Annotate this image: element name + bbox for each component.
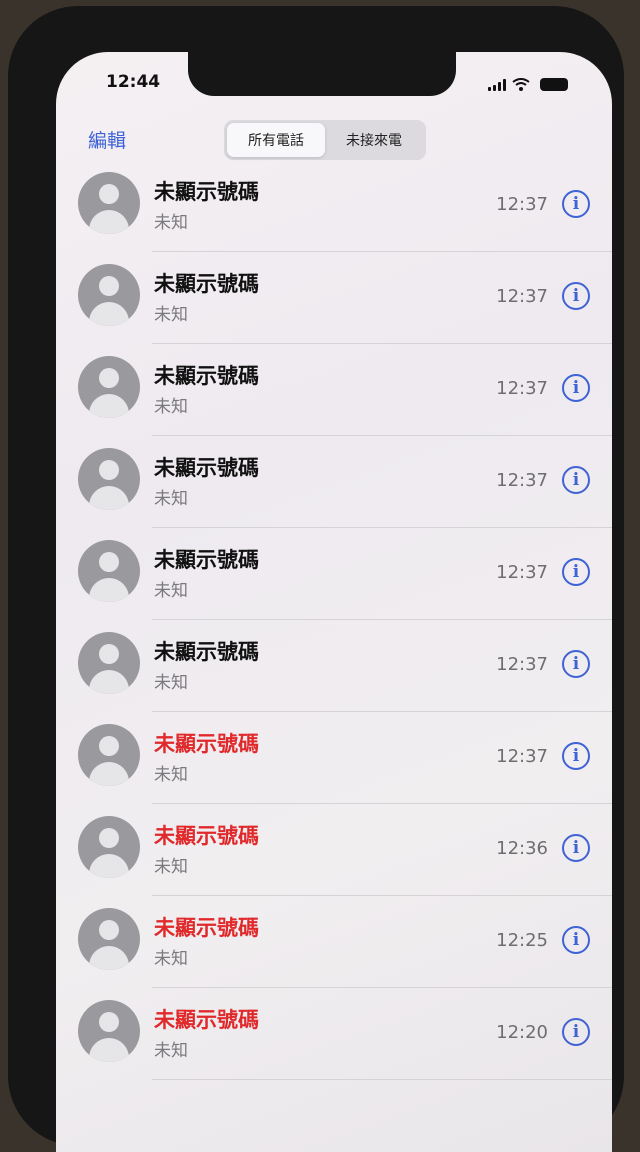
call-row[interactable]: 未顯示號碼未知 12:37 i bbox=[56, 344, 612, 436]
caller-label: 未知 bbox=[154, 673, 188, 693]
person-icon bbox=[78, 448, 140, 510]
tab-missed-calls[interactable]: 未接來電 bbox=[325, 123, 423, 157]
caller-name: 未顯示號碼 bbox=[154, 272, 259, 296]
row-divider bbox=[152, 1079, 612, 1080]
person-icon bbox=[78, 632, 140, 694]
caller-name: 未顯示號碼 bbox=[154, 548, 259, 572]
call-list: 未顯示號碼 未知 12:37 i 未顯示號碼 未知 12:37 i 未顯示號碼 未知 12:37 i 未… bbox=[56, 160, 612, 1080]
status-time: 12:44 bbox=[106, 72, 161, 92]
caller-label: 未知 bbox=[154, 305, 188, 325]
call-time: 12:37 bbox=[496, 654, 548, 675]
caller-label: 未知 bbox=[154, 857, 188, 877]
caller-label: 未知 bbox=[154, 213, 188, 233]
caller-name: 未顯示號碼 bbox=[154, 1008, 259, 1032]
battery-icon bbox=[540, 78, 568, 91]
person-icon bbox=[78, 264, 140, 326]
call-row[interactable]: 未顯示號碼未知 12:37 i bbox=[56, 712, 612, 804]
segmented-control: 所有電話 未接來電 bbox=[224, 120, 426, 160]
phone-frame: 12:44 編輯 所有電話 未接來電 未顯示號碼 未知 12:37 i 未顯示號碼 未知 1… bbox=[8, 6, 624, 1152]
phone-screen: 12:44 編輯 所有電話 未接來電 未顯示號碼 未知 12:37 i 未顯示號碼 未知 1… bbox=[56, 52, 612, 1152]
person-icon bbox=[78, 816, 140, 878]
info-icon[interactable]: i bbox=[562, 374, 590, 402]
info-icon[interactable]: i bbox=[562, 282, 590, 310]
notch bbox=[188, 52, 456, 96]
call-time: 12:37 bbox=[496, 562, 548, 583]
call-time: 12:36 bbox=[496, 838, 548, 859]
person-icon bbox=[78, 908, 140, 970]
call-row[interactable]: 未顯示號碼未知 12:37 i bbox=[56, 436, 612, 528]
call-row[interactable]: 未顯示號碼未知 12:37 i bbox=[56, 528, 612, 620]
info-icon[interactable]: i bbox=[562, 190, 590, 218]
info-icon[interactable]: i bbox=[562, 558, 590, 586]
caller-label: 未知 bbox=[154, 1041, 188, 1061]
info-icon[interactable]: i bbox=[562, 466, 590, 494]
caller-label: 未知 bbox=[154, 581, 188, 601]
info-icon[interactable]: i bbox=[562, 1018, 590, 1046]
status-icons bbox=[488, 78, 568, 91]
person-icon bbox=[78, 540, 140, 602]
call-time: 12:20 bbox=[496, 1022, 548, 1043]
caller-label: 未知 bbox=[154, 489, 188, 509]
person-icon bbox=[78, 172, 140, 234]
call-row[interactable]: 未顯示號碼未知 12:37 i bbox=[56, 160, 612, 252]
caller-name: 未顯示號碼 bbox=[154, 824, 259, 848]
call-row[interactable]: 未顯示號碼未知 12:20 i bbox=[56, 988, 612, 1080]
edit-button[interactable]: 編輯 bbox=[88, 126, 126, 153]
info-icon[interactable]: i bbox=[562, 742, 590, 770]
tab-all-calls[interactable]: 所有電話 bbox=[227, 123, 325, 157]
call-time: 12:37 bbox=[496, 470, 548, 491]
call-time: 12:25 bbox=[496, 930, 548, 951]
call-row[interactable]: 未顯示號碼未知 12:37 i bbox=[56, 620, 612, 712]
caller-name: 未顯示號碼 bbox=[154, 732, 259, 756]
call-row[interactable]: 未顯示號碼未知 12:25 i bbox=[56, 896, 612, 988]
info-icon[interactable]: i bbox=[562, 834, 590, 862]
call-time: 12:37 bbox=[496, 194, 548, 215]
call-time: 12:37 bbox=[496, 286, 548, 307]
signal-icon bbox=[488, 79, 506, 91]
caller-label: 未知 bbox=[154, 397, 188, 417]
caller-name: 未顯示號碼 bbox=[154, 640, 259, 664]
call-row[interactable]: 未顯示號碼未知 12:36 i bbox=[56, 804, 612, 896]
info-icon[interactable]: i bbox=[562, 926, 590, 954]
call-row[interactable]: 未顯示號碼未知 12:37 i bbox=[56, 252, 612, 344]
caller-name: 未顯示號碼 bbox=[154, 364, 259, 388]
person-icon bbox=[78, 356, 140, 418]
call-time: 12:37 bbox=[496, 746, 548, 767]
call-time: 12:37 bbox=[496, 378, 548, 399]
wifi-icon bbox=[512, 78, 530, 91]
caller-name: 未顯示號碼 bbox=[154, 456, 259, 480]
person-icon bbox=[78, 724, 140, 786]
person-icon bbox=[78, 1000, 140, 1062]
caller-name: 未顯示號碼 bbox=[154, 916, 259, 940]
info-icon[interactable]: i bbox=[562, 650, 590, 678]
caller-label: 未知 bbox=[154, 765, 188, 785]
caller-name: 未顯示號碼 bbox=[154, 180, 259, 204]
caller-label: 未知 bbox=[154, 949, 188, 969]
